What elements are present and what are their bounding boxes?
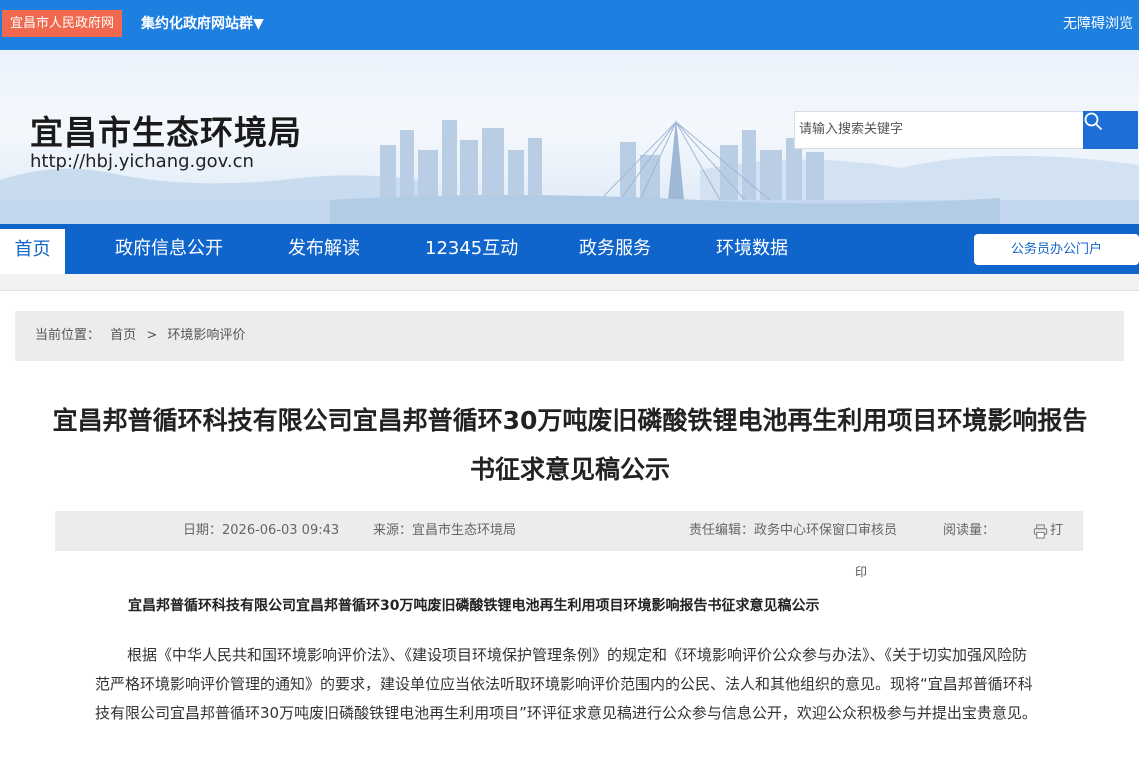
- gov-site-link[interactable]: 宜昌市人民政府网: [2, 10, 123, 37]
- search-input[interactable]: 请输入搜索关键字: [794, 111, 1084, 149]
- top-bar: 宜昌市人民政府网 集约化政府网站群▼ 无障碍浏览: [0, 0, 1139, 50]
- nav-item-services[interactable]: 政务服务: [579, 224, 651, 274]
- nav-item-gov-info[interactable]: 政府信息公开: [115, 224, 223, 274]
- nav-item-home[interactable]: 首页: [0, 229, 65, 274]
- view-count: 阅读量：: [943, 523, 996, 538]
- printer-icon: [1033, 523, 1048, 539]
- print-label: 打: [1050, 523, 1064, 538]
- article-source: 来源：宜昌市生态环境局: [373, 523, 517, 538]
- main-nav: 首页 政府信息公开 发布解读 12345互动 政务服务 环境数据 公务员办公门户: [0, 224, 1139, 274]
- site-title: 宜昌市生态环境局: [30, 113, 302, 152]
- article-container: 当前位置： 首页 > 环境影响评价 宜昌邦普循环科技有限公司宜昌邦普循环30万吨…: [0, 290, 1139, 773]
- header-banner: 宜昌市生态环境局 http://hbj.yichang.gov.cn 请输入搜索…: [0, 50, 1139, 224]
- accessibility-link[interactable]: 无障碍浏览: [1063, 14, 1133, 34]
- nav-item-12345[interactable]: 12345互动: [425, 224, 518, 274]
- print-label-wrap[interactable]: 印: [855, 563, 867, 580]
- breadcrumb-label: 当前位置：: [35, 328, 101, 343]
- site-group-dropdown[interactable]: 集约化政府网站群▼: [141, 14, 264, 34]
- article-editor: 责任编辑：政务中心环保窗口审核员: [689, 523, 898, 538]
- staff-portal-button[interactable]: 公务员办公门户: [974, 234, 1139, 265]
- print-button[interactable]: 打: [1033, 511, 1063, 551]
- search-button[interactable]: [1083, 111, 1138, 149]
- nav-item-release[interactable]: 发布解读: [288, 224, 360, 274]
- article-meta: 日期：2026-06-03 09:43 来源：宜昌市生态环境局 责任编辑：政务中…: [55, 511, 1083, 551]
- nav-item-env-data[interactable]: 环境数据: [716, 224, 788, 274]
- article-paragraph: 根据《中华人民共和国环境影响评价法》、《建设项目环境保护管理条例》的规定和《环境…: [95, 646, 1037, 722]
- breadcrumb: 当前位置： 首页 > 环境影响评价: [15, 311, 1124, 361]
- article-title: 宜昌邦普循环科技有限公司宜昌邦普循环30万吨废旧磷酸铁锂电池再生利用项目环境影响…: [52, 406, 1088, 484]
- breadcrumb-current[interactable]: 环境影响评价: [167, 328, 245, 343]
- breadcrumb-home[interactable]: 首页: [110, 328, 136, 343]
- site-url: http://hbj.yichang.gov.cn: [30, 151, 254, 172]
- article-subtitle: 宜昌邦普循环科技有限公司宜昌邦普循环30万吨废旧磷酸铁锂电池再生利用项目环境影响…: [128, 598, 820, 614]
- breadcrumb-separator: >: [146, 328, 158, 343]
- publish-date: 日期：2026-06-03 09:43: [183, 523, 340, 538]
- search-icon: [1084, 112, 1102, 130]
